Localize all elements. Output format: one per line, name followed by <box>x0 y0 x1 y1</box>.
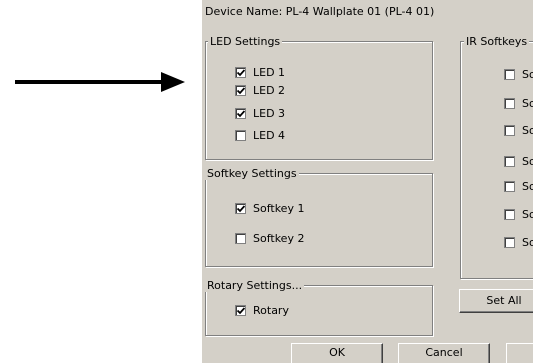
led-1-label: LED 1 <box>253 66 286 79</box>
checkmark-icon <box>237 307 245 315</box>
ir-softkey-label: So <box>522 155 533 168</box>
set-all-button[interactable]: Set All <box>459 289 533 313</box>
led-3-label: LED 3 <box>253 107 286 120</box>
set-all-label: Set All <box>486 294 522 307</box>
softkey-1-checkbox[interactable]: Softkey 1 <box>235 202 304 215</box>
led-settings-group <box>205 41 433 160</box>
ir-softkey-label: So <box>522 68 533 81</box>
cancel-label: Cancel <box>425 346 463 359</box>
led-4-label: LED 4 <box>253 129 286 142</box>
checkbox-box[interactable] <box>235 85 246 96</box>
device-name-label: Device Name: PL-4 Wallplate 01 (PL-4 01) <box>205 5 435 18</box>
ir-softkey-label: So <box>522 180 533 193</box>
checkbox-box[interactable] <box>504 181 515 192</box>
led-3-checkbox[interactable]: LED 3 <box>235 107 285 120</box>
checkmark-icon <box>237 87 245 95</box>
ir-softkey-checkbox[interactable]: So <box>504 68 533 81</box>
ir-softkey-checkbox[interactable]: So <box>504 155 533 168</box>
checkbox-box[interactable] <box>235 233 246 244</box>
checkbox-box[interactable] <box>235 203 246 214</box>
checkbox-box[interactable] <box>235 108 246 119</box>
checkmark-icon <box>237 205 245 213</box>
ir-softkey-checkbox[interactable]: So <box>504 97 533 110</box>
arrow-right-icon <box>15 72 185 92</box>
softkey-2-label: Softkey 2 <box>253 232 305 245</box>
softkey-1-label: Softkey 1 <box>253 202 305 215</box>
ir-softkey-label: So <box>522 208 533 221</box>
checkbox-box[interactable] <box>504 69 515 80</box>
checkbox-box[interactable] <box>504 237 515 248</box>
checkbox-box[interactable] <box>504 156 515 167</box>
checkbox-box[interactable] <box>504 125 515 136</box>
ok-label: OK <box>329 346 345 359</box>
led-settings-legend: LED Settings <box>208 35 283 48</box>
led-2-checkbox[interactable]: LED 2 <box>235 84 285 97</box>
led-2-label: LED 2 <box>253 84 286 97</box>
ir-softkey-checkbox[interactable]: So <box>504 208 533 221</box>
checkbox-box[interactable] <box>504 98 515 109</box>
led-1-checkbox[interactable]: LED 1 <box>235 66 285 79</box>
ok-button[interactable]: OK <box>291 343 383 363</box>
softkey-settings-group <box>205 173 433 267</box>
led-4-checkbox[interactable]: LED 4 <box>235 129 285 142</box>
rotary-label: Rotary <box>253 304 289 317</box>
ir-softkey-checkbox[interactable]: So <box>504 124 533 137</box>
ir-softkey-checkbox[interactable]: So <box>504 236 533 249</box>
softkey-2-checkbox[interactable]: Softkey 2 <box>235 232 304 245</box>
ir-softkey-label: So <box>522 97 533 110</box>
checkmark-icon <box>237 69 245 77</box>
softkey-settings-legend: Softkey Settings <box>205 167 299 180</box>
ir-softkeys-legend: IR Softkeys <box>464 35 530 48</box>
rotary-settings-legend: Rotary Settings... <box>205 279 305 292</box>
rotary-checkbox[interactable]: Rotary <box>235 304 289 317</box>
checkbox-box[interactable] <box>235 67 246 78</box>
dialog-button[interactable] <box>506 343 533 363</box>
checkmark-icon <box>237 110 245 118</box>
cancel-button[interactable]: Cancel <box>398 343 490 363</box>
ir-softkey-label: So <box>522 124 533 137</box>
checkbox-box[interactable] <box>235 130 246 141</box>
checkbox-box[interactable] <box>504 209 515 220</box>
ir-softkey-checkbox[interactable]: So <box>504 180 533 193</box>
ir-softkey-label: So <box>522 236 533 249</box>
device-settings-dialog: Device Name: PL-4 Wallplate 01 (PL-4 01)… <box>202 0 533 363</box>
checkbox-box[interactable] <box>235 305 246 316</box>
